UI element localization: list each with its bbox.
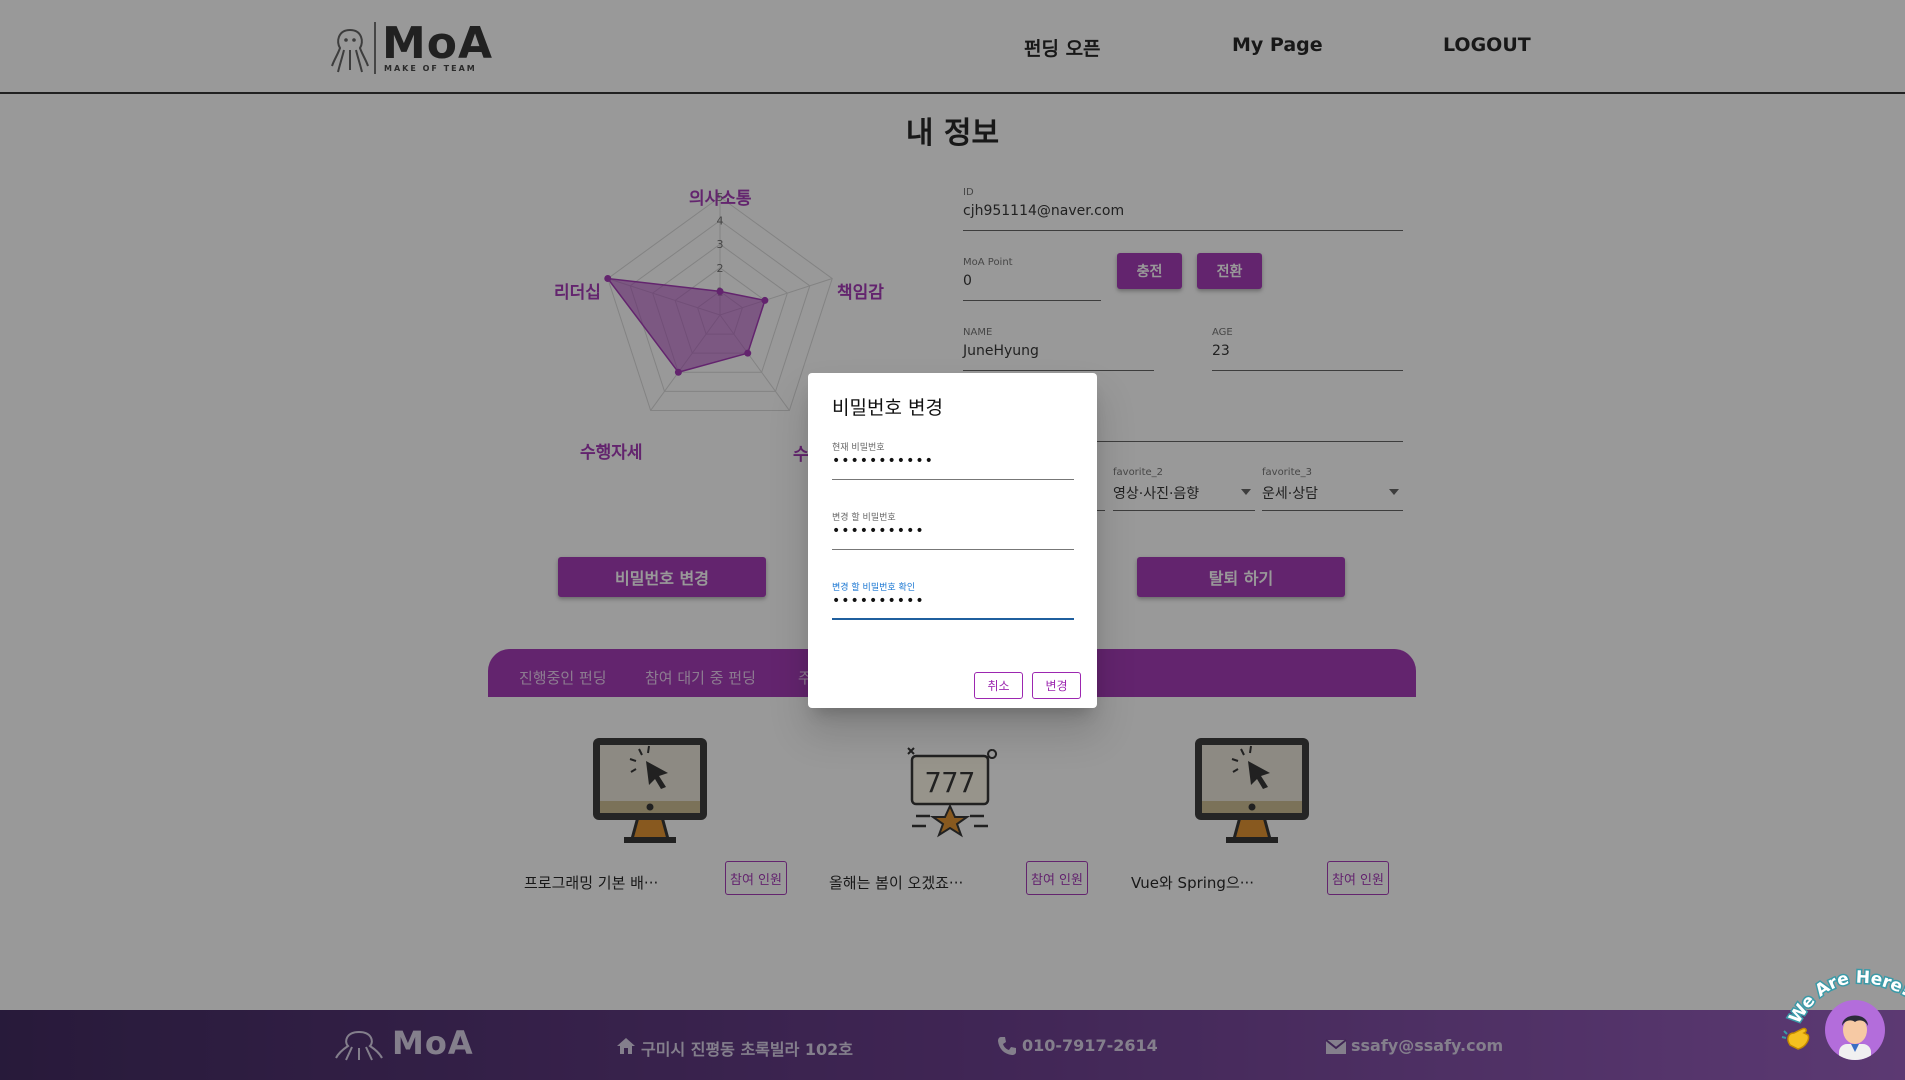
avatar[interactable] <box>1825 1000 1885 1060</box>
dialog-title: 비밀번호 변경 <box>832 397 943 419</box>
current-password-field[interactable]: 현재 비밀번호 ••••••••••• <box>832 440 1074 480</box>
confirm-password-field[interactable]: 변경 할 비밀번호 확인 •••••••••• <box>832 580 1074 620</box>
cancel-button[interactable]: 취소 <box>974 672 1023 699</box>
confirm-password-value: •••••••••• <box>832 593 925 609</box>
chat-widget[interactable]: We Are Here! <box>1780 965 1905 1080</box>
confirm-password-label: 변경 할 비밀번호 확인 <box>832 583 916 593</box>
new-password-value: •••••••••• <box>832 523 925 539</box>
new-password-label: 변경 할 비밀번호 <box>832 513 896 523</box>
waving-hand-icon <box>1781 1027 1810 1050</box>
change-password-dialog: 비밀번호 변경 현재 비밀번호 ••••••••••• 변경 할 비밀번호 ••… <box>808 373 1097 708</box>
confirm-change-button[interactable]: 변경 <box>1032 672 1081 699</box>
new-password-field[interactable]: 변경 할 비밀번호 •••••••••• <box>832 510 1074 550</box>
current-password-value: ••••••••••• <box>832 453 934 469</box>
current-password-label: 현재 비밀번호 <box>832 443 885 453</box>
agent-avatar-icon <box>1839 1015 1871 1060</box>
